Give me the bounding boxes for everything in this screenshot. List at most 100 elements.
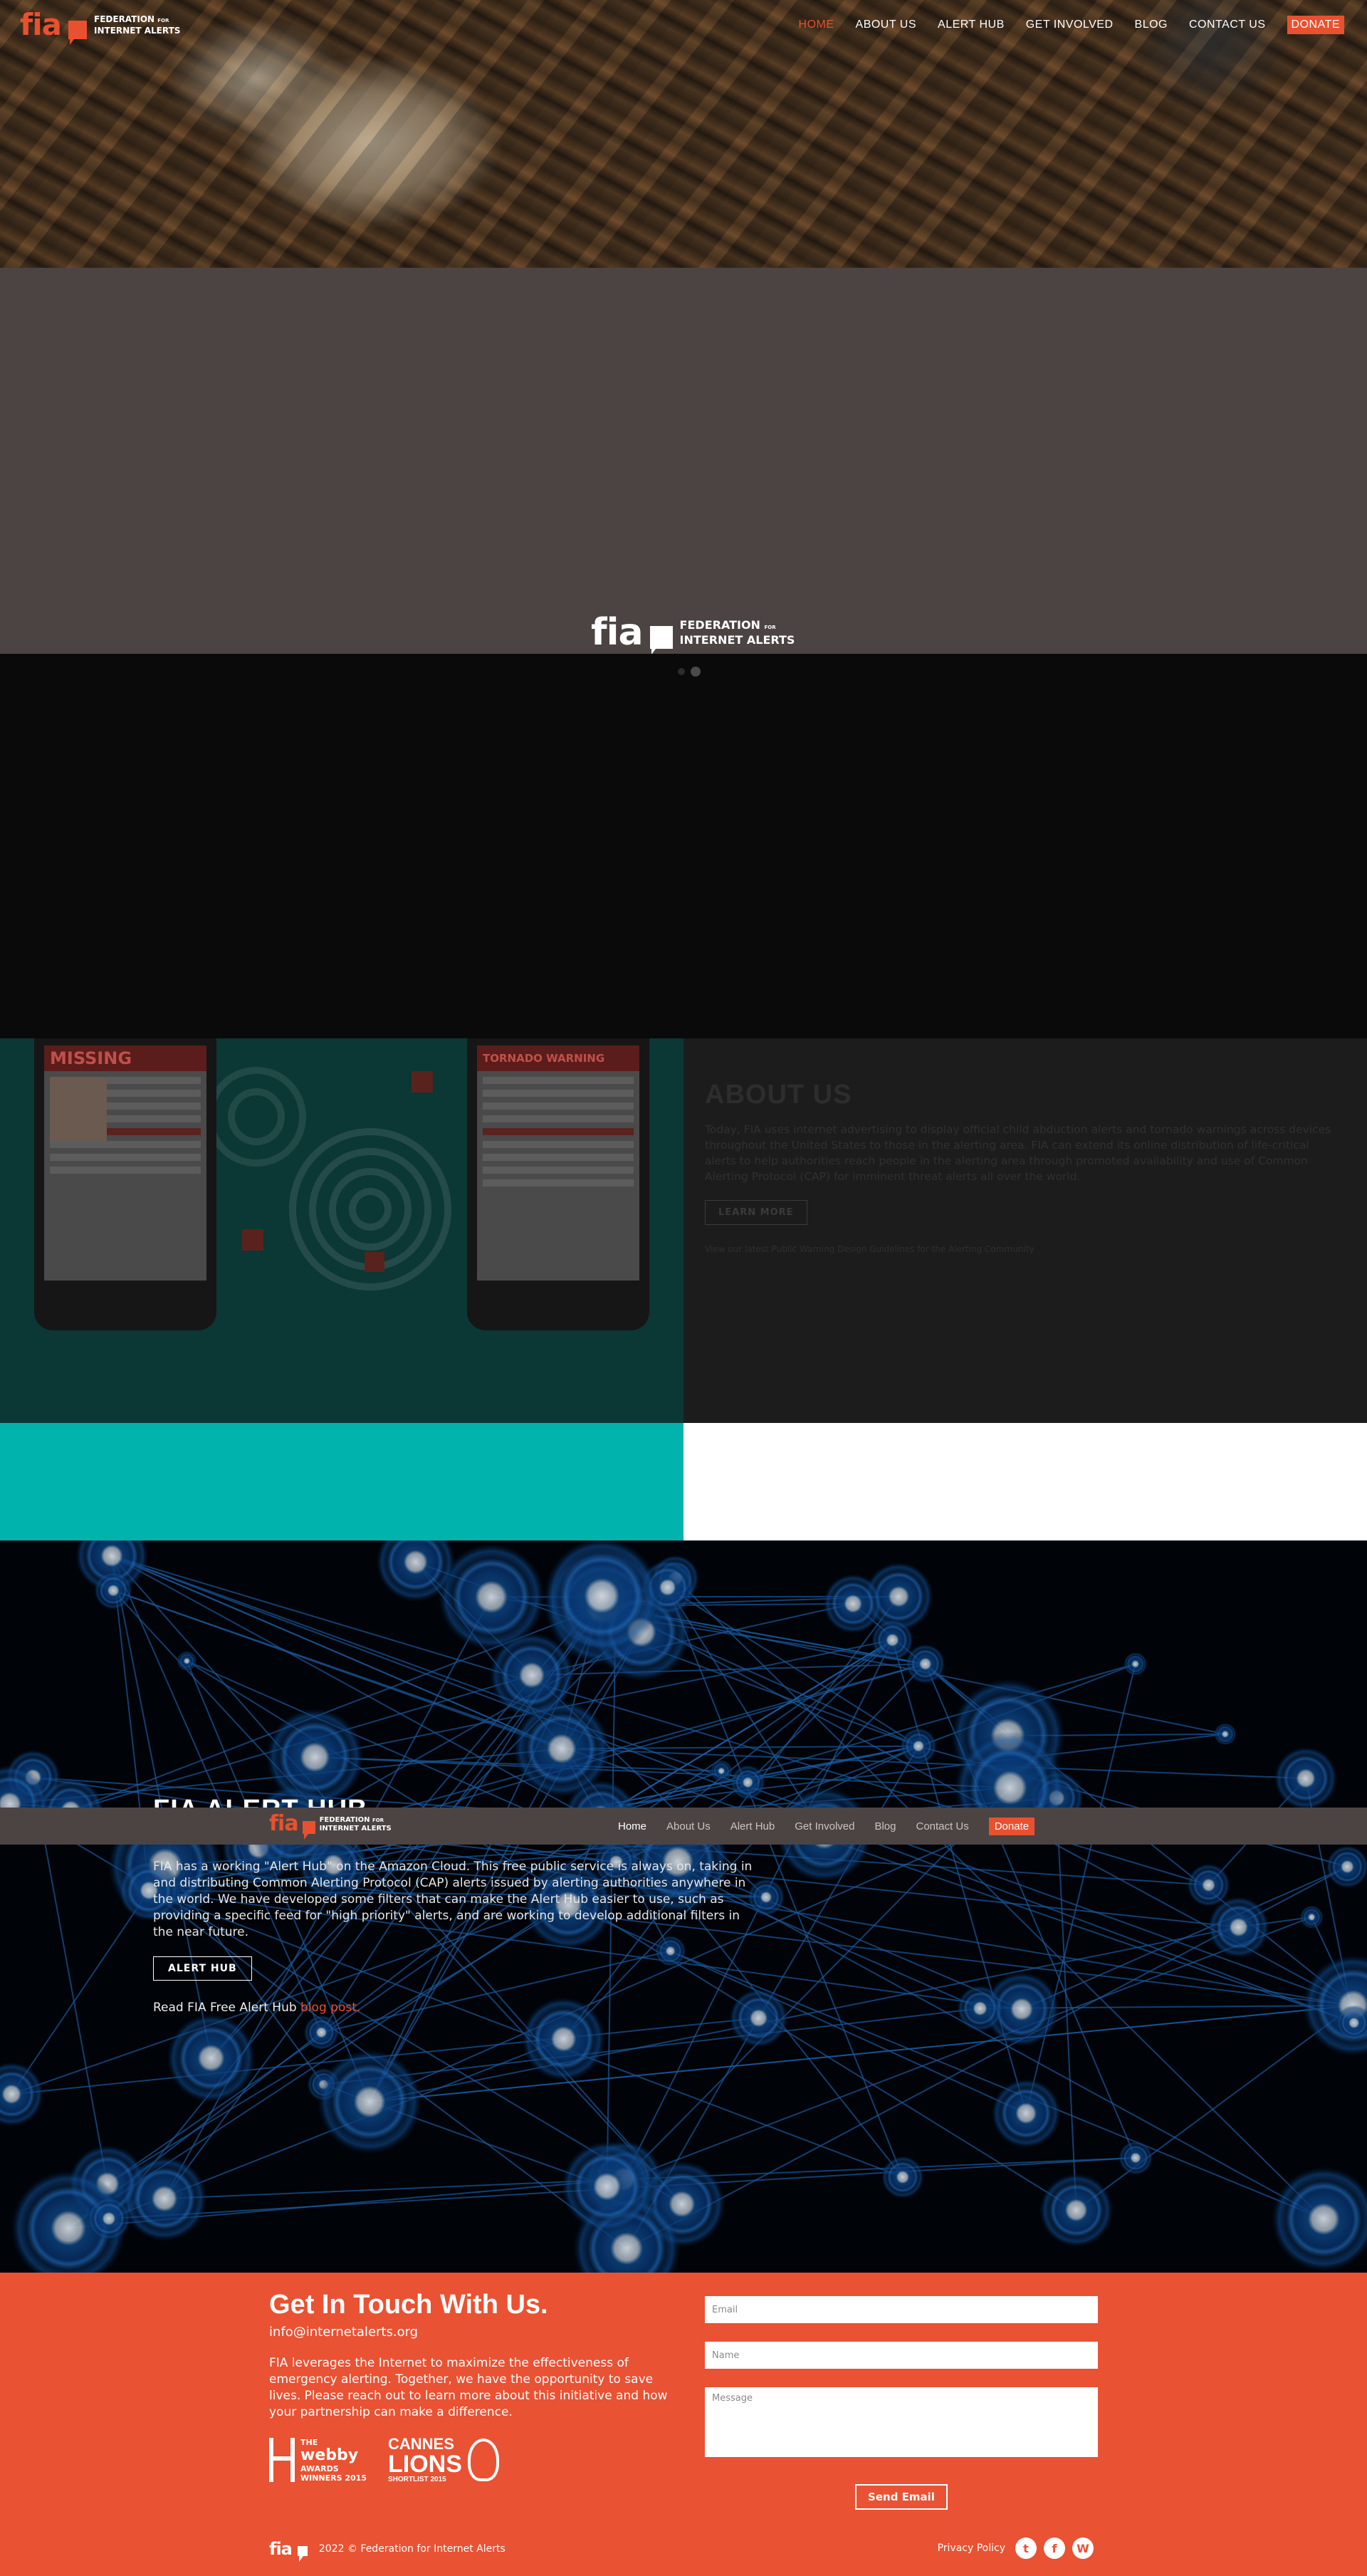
white-band (684, 1423, 1367, 1540)
network-node (1214, 1723, 1237, 1746)
slider-dot-1[interactable] (678, 668, 685, 675)
facebook-icon[interactable]: f (1044, 2538, 1065, 2559)
network-node (303, 2014, 340, 2050)
logo-mark: fia (20, 7, 62, 42)
network-node (956, 1985, 1004, 2032)
child-photo (50, 1077, 107, 1141)
network-node (177, 1651, 197, 1672)
network-node (1039, 2173, 1114, 2248)
sticky-logo[interactable]: fia FEDERATION FOR INTERNET ALERTS (269, 1811, 392, 1840)
nav-contact-us[interactable]: CONTACT US (1189, 19, 1266, 31)
sticky-donate-button[interactable]: Donate (988, 1818, 1035, 1835)
alert-hub-button[interactable]: ALERT HUB (153, 1956, 252, 1981)
network-node (94, 1571, 133, 1610)
network-node (881, 2155, 924, 2199)
network-node (1299, 1905, 1324, 1929)
network-node (488, 1632, 575, 1719)
hero-banner: fia FEDERATION FOR INTERNET ALERTS HOME … (0, 0, 1367, 268)
network-node (560, 2140, 654, 2233)
send-email-button[interactable]: Send Email (855, 2484, 948, 2510)
footer-speech-bubble-icon (297, 2546, 308, 2562)
webby-award-logo: THE webby AWARDS WINNERS 2015 (269, 2438, 367, 2483)
about-title: ABOUT US (705, 1080, 852, 1110)
sticky-nav-contact-us[interactable]: Contact Us (916, 1820, 969, 1832)
about-image: MISSING TORNADO WARNING (0, 1038, 684, 1423)
about-note[interactable]: View our latest Public Warning Design Gu… (705, 1243, 1339, 1255)
nav-about-us[interactable]: ABOUT US (856, 19, 917, 31)
network-node (900, 1727, 937, 1765)
slider-backdrop (0, 268, 1367, 654)
network-node (1208, 1896, 1270, 1959)
sticky-logo-mark: fia (269, 1811, 299, 1836)
teal-band (0, 1423, 684, 1540)
email-field[interactable] (705, 2296, 1098, 2323)
slider-panel (0, 654, 1367, 1038)
sticky-nav-about-us[interactable]: About Us (666, 1820, 711, 1832)
phone-tornado-header: TORNADO WARNING (477, 1045, 639, 1071)
copyright: 2022 © Federation for Internet Alerts (318, 2543, 506, 2555)
center-logo-mark: fia (591, 611, 644, 654)
alert-hub-read: Read FIA Free Alert Hub blog post. (153, 2001, 361, 2015)
network-node (1274, 1746, 1338, 1810)
contact-text: FIA leverages the Internet to maximize t… (269, 2356, 668, 2419)
network-node (905, 1644, 946, 1684)
phone-mockup-missing: MISSING (34, 1038, 216, 1330)
nav-get-involved[interactable]: GET INVOLVED (1026, 19, 1114, 31)
network-node (871, 1619, 914, 1662)
site-logo[interactable]: fia FEDERATION FOR INTERNET ALERTS (20, 7, 181, 45)
network-node (543, 1540, 661, 1654)
network-link (369, 2004, 1353, 2103)
sticky-nav-blog[interactable]: Blog (874, 1820, 896, 1832)
network-node (710, 1760, 733, 1783)
message-field[interactable] (705, 2387, 1098, 2457)
sticky-nav-alert-hub[interactable]: Alert Hub (730, 1820, 775, 1832)
map-pin-icon (365, 1252, 384, 1272)
contact-email[interactable]: info@internetalerts.org (269, 2325, 668, 2340)
network-link (758, 1746, 919, 2019)
logo-text: FEDERATION FOR INTERNET ALERTS (94, 14, 181, 36)
contact-section: Get In Touch With Us. info@internetalert… (0, 2273, 1367, 2523)
center-speech-bubble-icon (649, 626, 673, 655)
alert-hub-body: FIA has a working "Alert Hub" on the Ama… (153, 1860, 753, 1939)
network-node (1326, 1845, 1367, 1889)
sticky-nav-get-involved[interactable]: Get Involved (795, 1820, 854, 1832)
privacy-policy-link[interactable]: Privacy Policy (938, 2543, 1005, 2554)
map-pin-icon (242, 1229, 263, 1251)
network-node (316, 2049, 423, 2155)
contact-title: Get In Touch With Us. (269, 2290, 548, 2320)
footer: fia 2022 © Federation for Internet Alert… (0, 2523, 1367, 2576)
nav-blog[interactable]: BLOG (1135, 19, 1168, 31)
main-nav: HOME ABOUT US ALERT HUB GET INVOLVED BLO… (799, 16, 1344, 34)
network-node (166, 2013, 256, 2103)
network-link (1055, 1798, 1077, 2211)
webby-icon (269, 2438, 295, 2482)
lion-icon (467, 2439, 499, 2481)
sticky-nav: fia FEDERATION FOR INTERNET ALERTS Home … (0, 1808, 1367, 1845)
awards: THE webby AWARDS WINNERS 2015 CANNES LIO… (269, 2436, 668, 2483)
donate-button[interactable]: DONATE (1287, 16, 1344, 34)
map-pin-icon (412, 1071, 433, 1093)
nav-alert-hub[interactable]: ALERT HUB (938, 19, 1005, 31)
cannes-lions-logo: CANNES LIONS SHORTLIST 2015 (388, 2436, 499, 2483)
twitter-icon[interactable]: t (1015, 2538, 1037, 2559)
network-node (822, 1573, 884, 1634)
nav-home[interactable]: HOME (799, 19, 834, 31)
slider-dots (678, 667, 701, 677)
network-link (323, 2008, 980, 2085)
network-link (11, 1889, 150, 2095)
name-field[interactable] (705, 2342, 1098, 2369)
phone-mockup-tornado: TORNADO WARNING (467, 1038, 649, 1330)
network-node (265, 1708, 365, 1807)
slider-dot-2[interactable] (691, 667, 701, 677)
blog-post-link[interactable]: blog post. (300, 2001, 360, 2015)
network-node (991, 2078, 1062, 2149)
about-section: ABOUT US Today, FIA uses internet advert… (684, 1038, 1367, 1423)
network-node (121, 2155, 208, 2242)
network-node (1124, 1652, 1148, 1677)
network-node (1118, 2140, 1153, 2176)
center-logo-text: FEDERATION FOR INTERNET ALERTS (679, 617, 795, 647)
footer-logo-mark[interactable]: fia (269, 2540, 293, 2557)
wordpress-icon[interactable]: W (1072, 2538, 1094, 2559)
sticky-nav-home[interactable]: Home (618, 1820, 646, 1832)
learn-more-button[interactable]: LEARN MORE (705, 1200, 807, 1225)
